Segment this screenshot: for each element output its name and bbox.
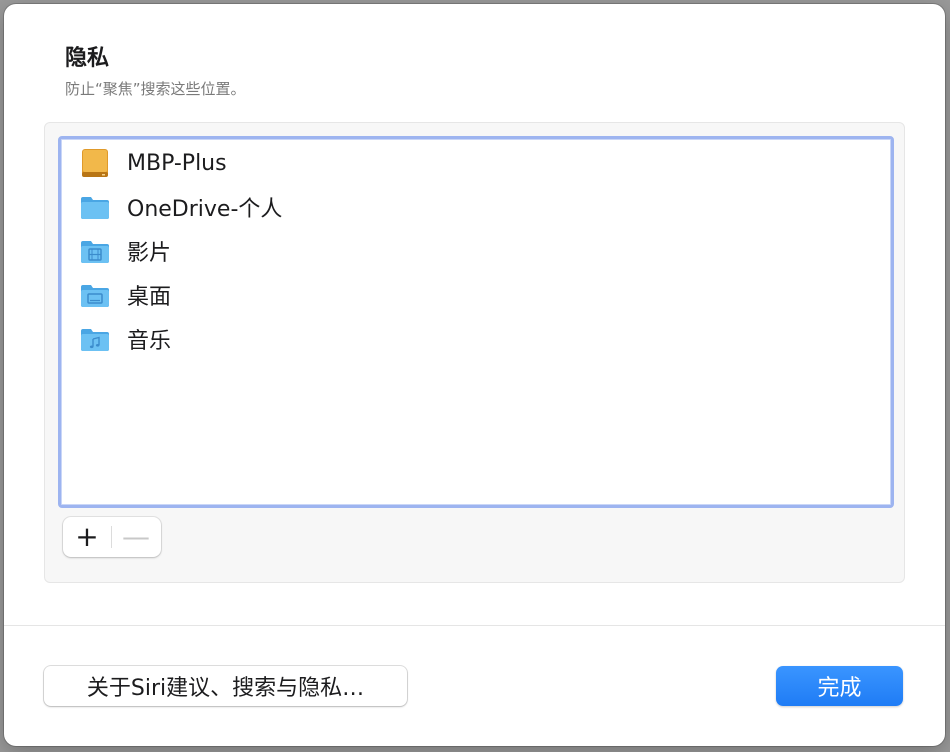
remove-location-button[interactable]: — [112, 517, 160, 557]
list-item-label: 影片 [127, 241, 172, 266]
list-item-label: MBP-Plus [127, 150, 227, 176]
list-item-label: OneDrive-个人 [127, 197, 283, 222]
list-item-movies[interactable]: 影片 [79, 231, 869, 271]
music-folder-icon [79, 323, 111, 355]
list-item-label: 桌面 [127, 285, 172, 310]
excluded-locations-list[interactable]: MBP-Plus OneDrive-个人 影片 桌面 音乐 [58, 136, 894, 508]
list-item-desktop[interactable]: 桌面 [79, 275, 869, 315]
folder-icon [79, 191, 111, 223]
external-drive-icon [79, 147, 111, 179]
desktop-folder-icon [79, 279, 111, 311]
sheet-subtitle: 防止“聚焦”搜索这些位置。 [65, 80, 246, 98]
list-item-mbp-plus[interactable]: MBP-Plus [79, 143, 869, 183]
list-item-music[interactable]: 音乐 [79, 319, 869, 359]
movies-folder-icon [79, 235, 111, 267]
list-item-label: 音乐 [127, 329, 172, 354]
add-location-button[interactable]: + [63, 517, 111, 557]
about-siri-privacy-button[interactable]: 关于Siri建议、搜索与隐私… [44, 666, 407, 706]
list-item-onedrive[interactable]: OneDrive-个人 [79, 187, 869, 227]
list-add-remove-control: + — [63, 517, 161, 557]
privacy-sheet: 隐私 防止“聚焦”搜索这些位置。 MBP-Plus OneDrive-个人 影片… [4, 4, 945, 746]
done-button[interactable]: 完成 [776, 666, 903, 706]
sheet-title: 隐私 [65, 46, 110, 71]
footer-divider [4, 625, 945, 626]
